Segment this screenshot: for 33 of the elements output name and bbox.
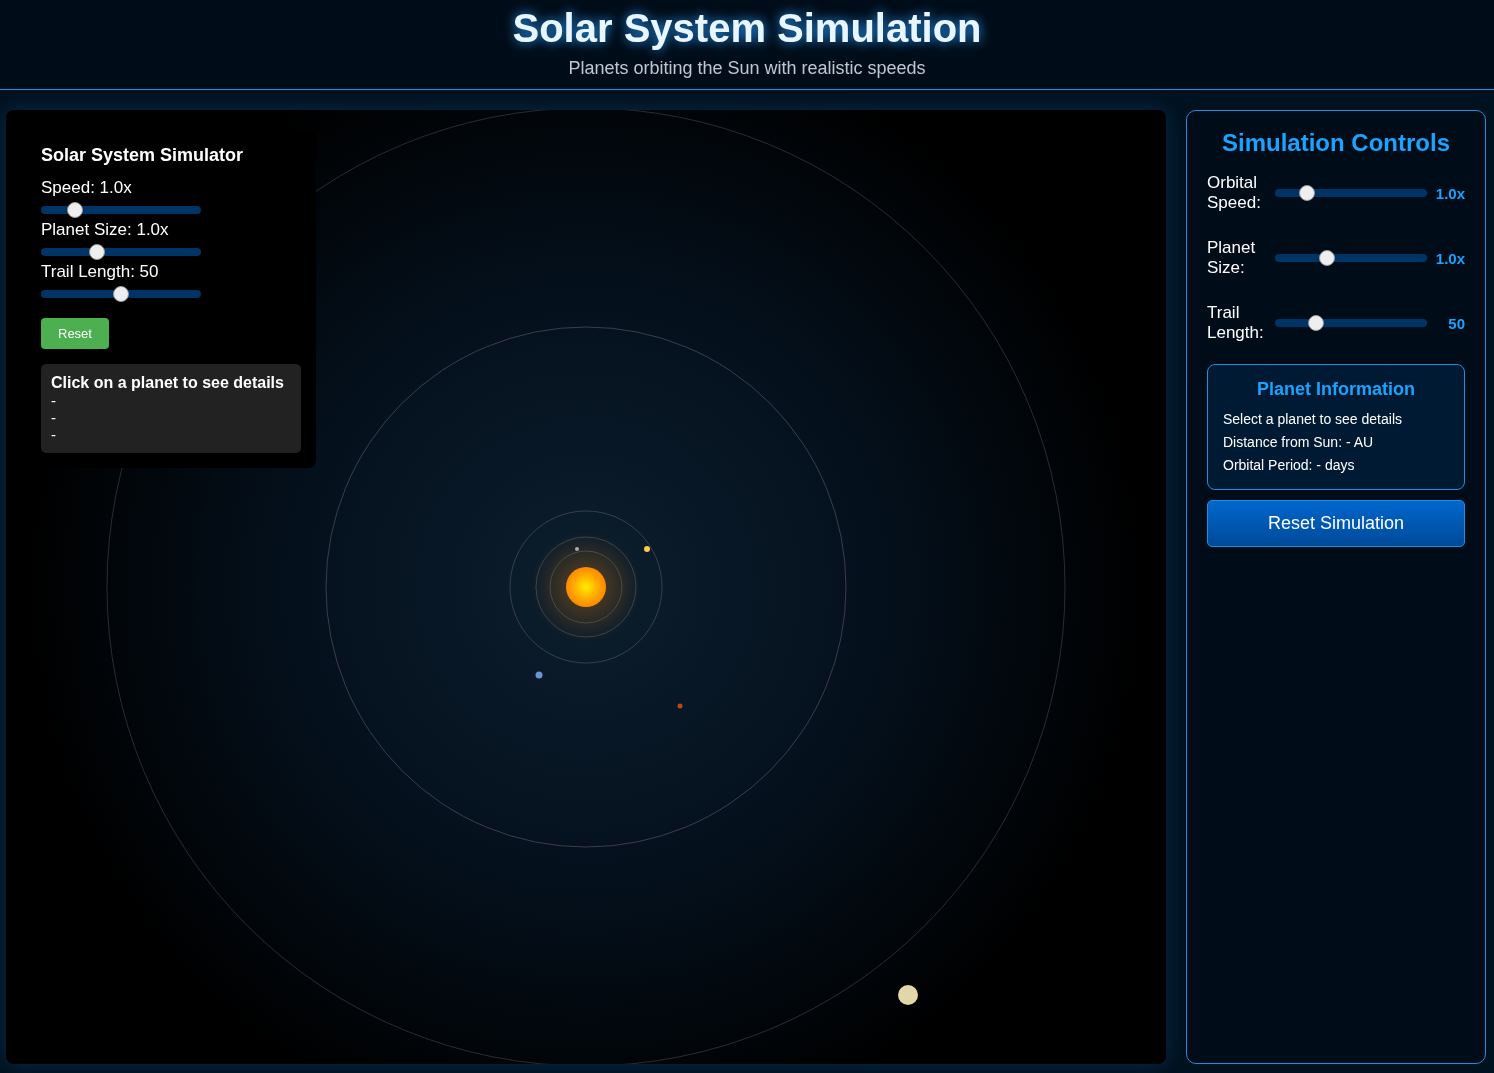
slider-thumb[interactable] [1298,185,1315,201]
slider-label: Planet Size: [1207,238,1257,278]
slider-label: Trail Length: 50 [41,262,160,282]
slider-value: 1.0x [1435,249,1465,267]
sun[interactable] [566,567,606,607]
slider-thumb[interactable] [1318,250,1335,266]
details-line: - [51,426,57,443]
slider-value: 50 [1447,314,1465,332]
overlay-title: Solar System Simulator [41,145,245,166]
page-subtitle: Planets orbiting the Sun with realistic speeds [567,58,927,79]
planet[interactable] [898,985,918,1005]
details-line: - [51,392,57,409]
planet[interactable] [644,546,650,552]
simulation-canvas[interactable]: Solar System Simulator Speed: 1.0x Planet Size: 1.0x Trail Length: 50 Reset Click on a planet to see details - - - [6,110,1166,1064]
page-title: Solar System Simulation [511,6,983,50]
slider-thumb[interactable] [1308,315,1325,331]
slider-label: Planet Size: 1.0x [41,220,170,240]
slider-value: 1.0x [1435,184,1465,202]
slider-label: Trail Length: [1207,303,1265,343]
slider-label: Orbital Speed: [1207,173,1262,213]
details-title: Click on a planet to see details [51,374,285,392]
planet-info-line: Select a planet to see details [1223,410,1403,429]
planet-info-line: Distance from Sun: - AU [1223,433,1375,452]
planet-info-line: Orbital Period: - days [1223,456,1356,475]
slider-thumb[interactable] [89,244,105,260]
slider-label: Speed: 1.0x [41,178,133,198]
slider-thumb[interactable] [66,202,83,218]
reset-simulation-button[interactable]: Reset Simulation [1207,500,1465,547]
planet[interactable] [535,671,543,679]
planet-info-title: Planet Information [1256,379,1416,400]
slider-thumb[interactable] [113,286,129,302]
details-line: - [51,409,57,426]
controls-title: Simulation Controls [1221,129,1451,157]
